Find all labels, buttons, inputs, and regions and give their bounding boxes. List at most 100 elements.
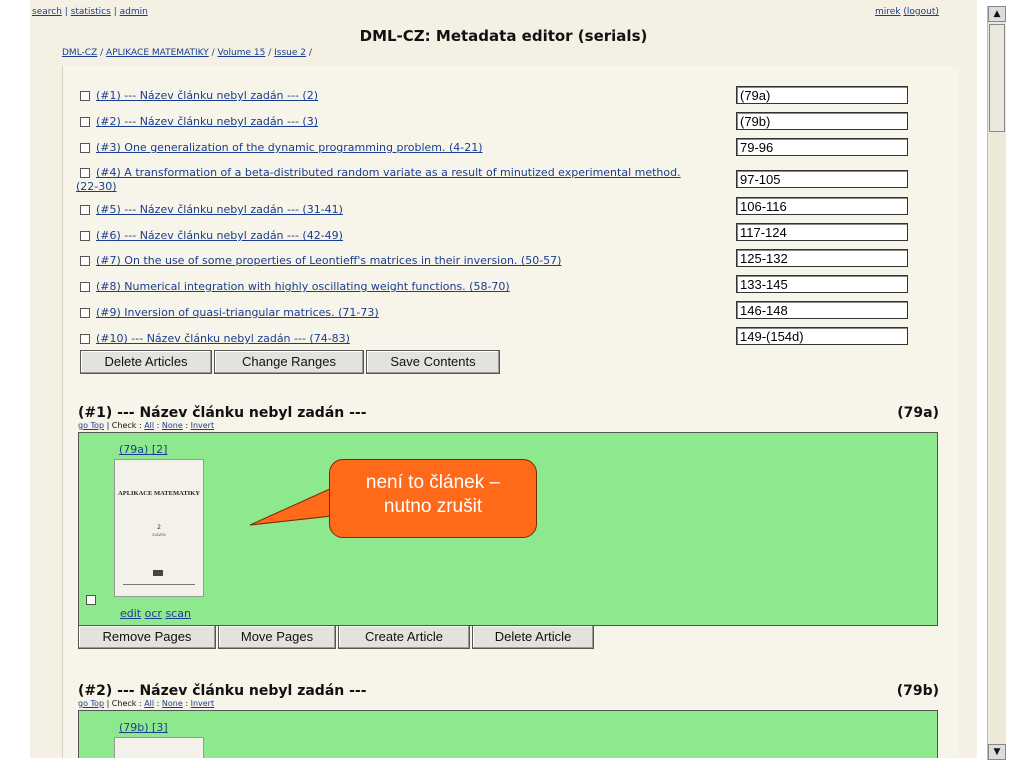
range-input[interactable]: 133-145 <box>736 275 908 293</box>
range-input[interactable]: 117-124 <box>736 223 908 241</box>
scroll-thumb[interactable] <box>989 24 1005 132</box>
check-invert-link[interactable]: Invert <box>191 699 215 708</box>
article-link[interactable]: (#8) Numerical integration with highly o… <box>96 280 510 293</box>
scroll-up-button[interactable]: ▲ <box>988 6 1006 22</box>
page-thumbnail[interactable]: APLIKACE MATEMATIKY 2 SVAZEK <box>114 459 204 597</box>
vertical-scrollbar[interactable]: ▲ ▼ <box>987 6 1006 760</box>
check-none-link[interactable]: None <box>162 699 183 708</box>
create-article-button[interactable]: Create Article <box>338 625 470 649</box>
check-label: | Check : <box>106 421 142 430</box>
breadcrumb-dml-cz[interactable]: DML-CZ <box>62 48 97 58</box>
subnav-separator: : <box>156 699 160 708</box>
cover-rule <box>123 584 195 585</box>
search-link[interactable]: search <box>32 7 62 17</box>
page-checkbox[interactable] <box>86 595 96 605</box>
logout-link[interactable]: (logout) <box>903 7 938 17</box>
range-input[interactable]: 97-105 <box>736 170 908 188</box>
article-row-continuation: (22-30) <box>76 180 117 193</box>
range-input[interactable]: 79-96 <box>736 138 908 156</box>
breadcrumb-journal[interactable]: APLIKACE MATEMATIKY <box>106 48 209 58</box>
admin-link[interactable]: admin <box>120 7 148 17</box>
article-row: (#1) --- Název článku nebyl zadán --- (2… <box>80 89 318 102</box>
article-link[interactable]: (#2) --- Název článku nebyl zadán --- (3… <box>96 115 318 128</box>
article-checkbox[interactable] <box>80 91 90 101</box>
section-title: (#1) --- Název článku nebyl zadán --- <box>78 405 367 421</box>
go-top-link[interactable]: go Top <box>78 421 104 430</box>
article-checkbox[interactable] <box>80 334 90 344</box>
article-checkbox[interactable] <box>80 117 90 127</box>
article-link[interactable]: (#10) --- Název článku nebyl zadán --- (… <box>96 332 350 345</box>
go-top-link[interactable]: go Top <box>78 699 104 708</box>
check-all-link[interactable]: All <box>144 421 154 430</box>
article-link[interactable]: (#6) --- Název článku nebyl zadán --- (4… <box>96 229 343 242</box>
article-checkbox[interactable] <box>80 256 90 266</box>
statistics-link[interactable]: statistics <box>71 7 111 17</box>
range-input[interactable]: (79a) <box>736 86 908 104</box>
range-input[interactable]: 146-148 <box>736 301 908 319</box>
article-row: (#10) --- Název článku nebyl zadán --- (… <box>80 332 350 345</box>
article-row: (#3) One generalization of the dynamic p… <box>80 141 483 154</box>
nav-separator: | <box>64 7 68 17</box>
check-invert-link[interactable]: Invert <box>191 421 215 430</box>
change-ranges-button[interactable]: Change Ranges <box>214 350 364 374</box>
delete-articles-button[interactable]: Delete Articles <box>80 350 212 374</box>
nav-separator: | <box>113 7 117 17</box>
article-link[interactable]: (#4) A transformation of a beta-distribu… <box>96 166 681 179</box>
range-input[interactable]: 106-116 <box>736 197 908 215</box>
article-checkbox[interactable] <box>80 168 90 178</box>
check-label: | Check : <box>106 699 142 708</box>
article-link[interactable]: (#1) --- Název článku nebyl zadán --- (2… <box>96 89 318 102</box>
article-link[interactable]: (#3) One generalization of the dynamic p… <box>96 141 483 154</box>
scroll-down-button[interactable]: ▼ <box>988 744 1006 760</box>
article-checkbox[interactable] <box>80 282 90 292</box>
range-input[interactable]: 125-132 <box>736 249 908 267</box>
article-row: (#9) Inversion of quasi-triangular matri… <box>80 306 379 319</box>
user-link[interactable]: mirek <box>875 7 901 17</box>
breadcrumb-separator: / <box>100 48 104 58</box>
check-none-link[interactable]: None <box>162 421 183 430</box>
breadcrumb-separator: / <box>308 48 312 58</box>
save-contents-button[interactable]: Save Contents <box>366 350 500 374</box>
range-input[interactable]: 149-(154d) <box>736 327 908 345</box>
callout-annotation: není to článek – nutno zrušit <box>329 459 537 538</box>
subnav-separator: : <box>185 699 189 708</box>
callout-line-2: nutno zrušit <box>383 496 483 517</box>
section-range: (79b) <box>896 683 939 699</box>
check-all-link[interactable]: All <box>144 699 154 708</box>
article-link[interactable]: (#7) On the use of some properties of Le… <box>96 254 561 267</box>
article-row: (#2) --- Název článku nebyl zadán --- (3… <box>80 115 318 128</box>
range-input[interactable]: (79b) <box>736 112 908 130</box>
page-title: DML-CZ: Metadata editor (serials) <box>359 27 648 45</box>
page-thumbnail[interactable] <box>114 737 204 758</box>
edit-link[interactable]: edit <box>120 607 141 620</box>
article-link[interactable]: (#9) Inversion of quasi-triangular matri… <box>96 306 379 319</box>
remove-pages-button[interactable]: Remove Pages <box>78 625 216 649</box>
delete-article-button[interactable]: Delete Article <box>472 625 594 649</box>
article-row: (#4) A transformation of a beta-distribu… <box>80 166 681 179</box>
article-checkbox[interactable] <box>80 308 90 318</box>
section-subnav: go Top | Check : All : None : Invert <box>78 699 214 708</box>
breadcrumb-separator: / <box>211 48 215 58</box>
move-pages-button[interactable]: Move Pages <box>218 625 336 649</box>
ocr-link[interactable]: ocr <box>145 607 162 620</box>
breadcrumb-issue[interactable]: Issue 2 <box>274 48 306 58</box>
article-row: (#8) Numerical integration with highly o… <box>80 280 510 293</box>
article-checkbox[interactable] <box>80 231 90 241</box>
breadcrumb-volume[interactable]: Volume 15 <box>218 48 266 58</box>
article-link[interactable]: (#5) --- Název článku nebyl zadán --- (3… <box>96 203 343 216</box>
article-link-continuation[interactable]: (22-30) <box>76 180 117 193</box>
editor-viewport: search | statistics | admin mirek (logou… <box>30 0 977 758</box>
breadcrumb: DML-CZ / APLIKACE MATEMATIKY / Volume 15… <box>62 48 312 58</box>
section-range: (79a) <box>897 405 939 421</box>
page-link[interactable]: (79b) [3] <box>119 721 168 734</box>
article-checkbox[interactable] <box>80 205 90 215</box>
page-link[interactable]: (79a) [2] <box>119 443 167 456</box>
article-checkbox[interactable] <box>80 143 90 153</box>
subnav-separator: : <box>156 421 160 430</box>
cover-number: 2 <box>157 524 161 531</box>
article-row: (#7) On the use of some properties of Le… <box>80 254 561 267</box>
callout-line-1: není to článek – <box>365 472 501 493</box>
scan-link[interactable]: scan <box>165 607 191 620</box>
section-title: (#2) --- Název článku nebyl zadán --- <box>78 683 367 699</box>
top-nav: search | statistics | admin <box>32 7 148 17</box>
